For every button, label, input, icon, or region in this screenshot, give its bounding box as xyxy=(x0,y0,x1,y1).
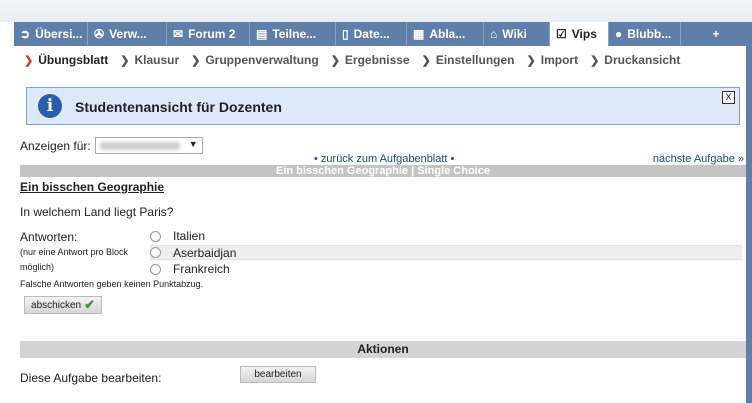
answer-option[interactable]: Frankreich xyxy=(150,262,742,276)
tab-3[interactable]: ▤ Teilne... xyxy=(250,22,336,46)
chevron-right-icon: ❯ xyxy=(24,54,34,67)
chevron-down-icon: ▼ xyxy=(188,139,198,149)
admin-icon: ✇ xyxy=(94,27,105,41)
overview-icon: ➲ xyxy=(20,27,31,41)
tab-9[interactable]: + xyxy=(681,22,752,46)
edit-button[interactable]: bearbeiten xyxy=(240,366,316,383)
blubber-icon: ● xyxy=(615,27,623,41)
vips-sub-navigation: ❯ Übungsblatt ❯ Klausur ❯ Gruppenverwaltung ❯ E… xyxy=(14,46,752,74)
actions-header: Aktionen xyxy=(20,341,746,358)
radio-button[interactable] xyxy=(150,230,161,242)
penalty-note: Falsche Antworten geben keinen Punktabzu… xyxy=(20,279,204,289)
info-box: i Studentenansicht für Dozenten X xyxy=(26,87,740,125)
top-background xyxy=(0,0,752,22)
tab-label: Verw... xyxy=(109,27,147,41)
subnav-item-5[interactable]: ❯ Import xyxy=(527,53,579,67)
tab-4[interactable]: ▯ Date... xyxy=(336,22,407,46)
back-to-sheet-link[interactable]: • zurück zum Aufgabenblatt • xyxy=(314,153,454,165)
tab-label: Forum 2 xyxy=(188,27,236,41)
forum-icon: ✉ xyxy=(173,27,184,41)
tab-label: Blubb... xyxy=(627,27,672,41)
vips-checkbox-icon: ☑ xyxy=(556,27,567,41)
info-icon: i xyxy=(38,94,62,118)
chevron-right-icon: ❯ xyxy=(330,54,340,67)
calendar-icon: ▦ xyxy=(413,27,425,41)
subnav-item-2[interactable]: ❯ Gruppenverwaltung xyxy=(191,53,319,67)
subnav-label: Import xyxy=(540,53,579,67)
tab-6[interactable]: ⌂ Wiki xyxy=(484,22,550,46)
tab-label: + xyxy=(712,27,720,41)
chevron-right-icon: ❯ xyxy=(526,54,536,67)
tab-label: Vips xyxy=(571,27,597,41)
task-header-bar: Ein bisschen Geographie | Single Choice xyxy=(20,165,746,177)
show-for-label: Anzeigen für: xyxy=(20,138,91,153)
close-icon[interactable]: X xyxy=(722,91,735,104)
edit-task-label: Diese Aufgabe bearbeiten: xyxy=(20,371,162,385)
course-tab-bar: ➲ Übersi... ✇ Verw... ✉ Forum 2 ▤ Teilne... ▯ Dat… xyxy=(14,22,752,46)
tab-1[interactable]: ✇ Verw... xyxy=(88,22,167,46)
subnav-label: Klausur xyxy=(134,53,180,67)
radio-button[interactable] xyxy=(150,263,161,275)
subnav-item-6[interactable]: ❯ Druckansicht xyxy=(590,53,680,67)
tab-label: Abla... xyxy=(429,27,466,41)
tab-8[interactable]: ● Blubb... xyxy=(609,22,681,46)
subnav-label: Ergebnisse xyxy=(344,53,410,67)
info-title: Studentenansicht für Dozenten xyxy=(75,99,282,115)
submit-button[interactable]: abschicken ✔ xyxy=(24,296,102,314)
answer-option[interactable]: Italien xyxy=(150,229,742,243)
answers-label: Antworten: xyxy=(20,230,78,244)
chevron-right-icon: ❯ xyxy=(590,54,600,67)
right-border xyxy=(746,22,752,403)
task-title: Ein bisschen Geographie xyxy=(20,180,165,194)
participants-icon: ▤ xyxy=(256,27,268,41)
tab-label: Teilne... xyxy=(272,27,317,41)
question-text: In welchem Land liegt Paris? xyxy=(20,205,174,219)
tab-0[interactable]: ➲ Übersi... xyxy=(14,22,88,46)
subnav-label: Einstellungen xyxy=(435,53,515,67)
answer-label: Italien xyxy=(173,229,206,243)
tab-5[interactable]: ▦ Abla... xyxy=(407,22,484,46)
submit-label: abschicken xyxy=(31,299,82,311)
next-task-link[interactable]: nächste Aufgabe » xyxy=(653,153,744,165)
subnav-item-0[interactable]: ❯ Übungsblatt xyxy=(24,53,108,67)
tab-label: Übersi... xyxy=(35,27,83,41)
subnav-label: Druckansicht xyxy=(604,53,681,67)
chevron-right-icon: ❯ xyxy=(421,54,431,67)
wiki-icon: ⌂ xyxy=(490,27,498,41)
chevron-right-icon: ❯ xyxy=(120,54,130,67)
show-for-row: Anzeigen für: ▼ xyxy=(20,137,203,154)
radio-button[interactable] xyxy=(150,247,161,258)
subnav-item-3[interactable]: ❯ Ergebnisse xyxy=(331,53,410,67)
subnav-item-1[interactable]: ❯ Klausur xyxy=(120,53,179,67)
subnav-label: Gruppenverwaltung xyxy=(205,53,319,67)
subnav-item-4[interactable]: ❯ Einstellungen xyxy=(422,53,515,67)
tab-label: Date... xyxy=(353,27,390,41)
answer-label: Frankreich xyxy=(173,262,230,276)
tab-7[interactable]: ☑ Vips xyxy=(550,22,609,46)
answers-note: (nur eine Antwort pro Block möglich) xyxy=(20,247,129,272)
tab-label: Wiki xyxy=(502,27,527,41)
checkmark-icon: ✔ xyxy=(84,297,95,312)
blurred-student-name xyxy=(99,142,180,150)
answer-label: Aserbaidjan xyxy=(173,245,237,260)
tab-2[interactable]: ✉ Forum 2 xyxy=(167,22,250,46)
answer-option[interactable]: Aserbaidjan xyxy=(150,245,742,260)
subnav-label: Übungsblatt xyxy=(38,53,109,67)
student-select[interactable]: ▼ xyxy=(94,137,203,154)
chevron-right-icon: ❯ xyxy=(191,54,201,67)
files-icon: ▯ xyxy=(342,27,349,41)
